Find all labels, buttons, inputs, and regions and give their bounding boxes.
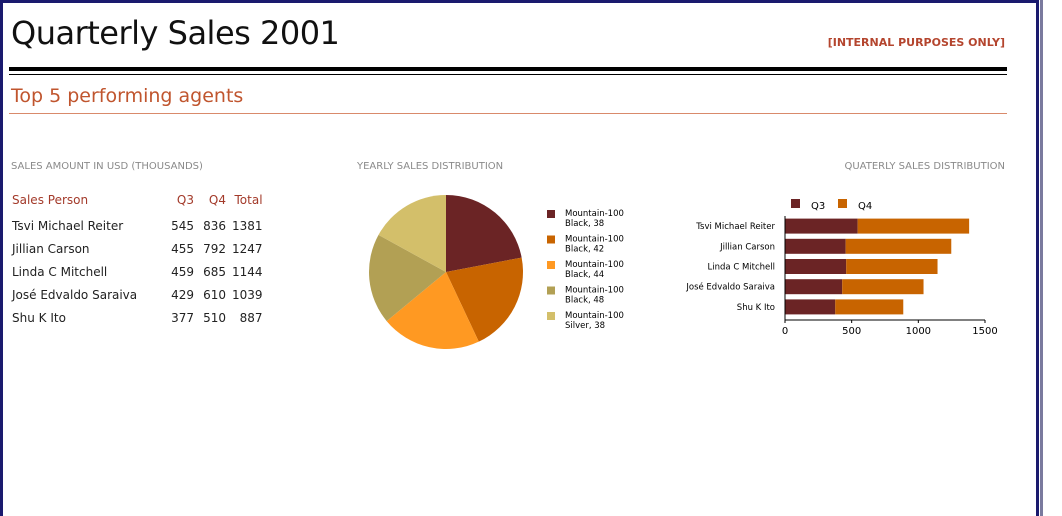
bar-segment — [857, 218, 970, 234]
legend-label: Mountain-100 — [565, 286, 624, 296]
report-subtitle: Top 5 performing agents — [11, 85, 244, 107]
legend-label: Black, 44 — [565, 270, 604, 280]
window-frame-left — [0, 0, 3, 516]
legend-swatch — [547, 261, 555, 269]
cell-name: Shu K Ito — [12, 310, 66, 325]
category-label: José Edvaldo Saraiva — [685, 282, 775, 293]
legend-label: Q4 — [858, 201, 872, 212]
legend-swatch — [547, 312, 555, 320]
category-label: Shu K Ito — [737, 303, 775, 313]
cell-q3: 377 — [171, 310, 194, 325]
category-label: Jillian Carson — [719, 242, 775, 252]
cell-name: Jillian Carson — [12, 241, 90, 256]
cell-name: Tsvi Michael Reiter — [12, 218, 124, 233]
cell-total: 1247 — [232, 241, 263, 256]
bar-segment — [785, 299, 836, 315]
legend-label: Black, 48 — [565, 296, 604, 306]
header-q4: Q4 — [208, 193, 226, 207]
legend-swatch — [791, 199, 800, 208]
cell-q4: 792 — [203, 241, 226, 256]
bar-segment — [846, 259, 938, 274]
category-label: Tsvi Michael Reiter — [695, 222, 775, 232]
x-tick-label: 500 — [842, 326, 861, 337]
cell-name: Linda C Mitchell — [12, 264, 108, 279]
cell-q3: 545 — [171, 218, 194, 233]
bar-segment — [842, 279, 924, 295]
bar-segment — [845, 238, 952, 254]
cell-name: José Edvaldo Saraiva — [12, 287, 138, 302]
window-frame-top — [0, 0, 1062, 3]
cell-total: 887 — [239, 310, 263, 325]
bar-segment — [785, 218, 858, 234]
table-row: Jillian Carson 455 792 1247 — [9, 237, 266, 260]
table-row: Tsvi Michael Reiter 545 836 1381 — [9, 214, 266, 237]
window-frame-right-edge — [1040, 0, 1043, 516]
cell-total: 1039 — [232, 287, 263, 302]
x-tick-label: 0 — [782, 326, 788, 337]
cell-total: 1381 — [232, 218, 263, 233]
sales-table: Sales Person Q3 Q4 Total Tsvi Michael Re… — [9, 191, 266, 329]
legend-label: Mountain-100 — [565, 311, 624, 321]
x-tick-label: 1500 — [972, 326, 997, 337]
legend-swatch — [547, 210, 555, 218]
report-title: Quarterly Sales 2001 — [11, 14, 340, 52]
header-q3: Q3 — [176, 193, 194, 207]
bar-segment — [785, 279, 843, 295]
cell-q3: 459 — [171, 264, 194, 279]
cell-q4: 836 — [203, 218, 226, 233]
legend-label: Mountain-100 — [565, 209, 624, 219]
cell-q4: 510 — [203, 310, 226, 325]
pie-section-label: YEARLY SALES DISTRIBUTION — [357, 161, 504, 172]
legend-swatch — [838, 199, 847, 208]
table-section-label: SALES AMOUNT IN USD (THOUSANDS) — [11, 161, 203, 172]
cell-total: 1144 — [232, 264, 263, 279]
category-label: Linda C Mitchell — [708, 263, 775, 273]
cell-q3: 455 — [171, 241, 194, 256]
legend-swatch — [547, 286, 555, 295]
bar-segment — [785, 259, 847, 274]
header-total: Total — [234, 193, 263, 207]
title-rule-thin — [9, 74, 1007, 75]
cell-q3: 429 — [171, 287, 194, 302]
legend-label: Black, 38 — [565, 219, 604, 229]
header-sales-person: Sales Person — [12, 193, 89, 207]
bar-segment — [785, 238, 846, 254]
legend-label: Silver, 38 — [565, 321, 605, 331]
table-row: Shu K Ito 377 510 887 — [9, 306, 266, 329]
cell-q4: 685 — [203, 264, 226, 279]
legend-swatch — [547, 235, 555, 244]
subtitle-rule — [9, 113, 1007, 114]
legend-label: Q3 — [811, 201, 825, 212]
table-row: Linda C Mitchell 459 685 1144 — [9, 260, 266, 283]
bar-segment — [835, 299, 904, 315]
quarterly-sales-bar-chart: Q3 Q4 Tsvi Michael Reiter Jillian Carson Lin… — [685, 199, 998, 337]
internal-notice: [INTERNAL PURPOSES ONLY] — [827, 36, 1005, 49]
table-header-row: Sales Person Q3 Q4 Total — [9, 191, 266, 214]
legend-label: Black, 42 — [565, 245, 604, 255]
yearly-sales-pie-chart: Mountain-100Black, 38Mountain-100Black, … — [369, 195, 624, 349]
x-tick-label: 1000 — [906, 326, 931, 337]
table-row: José Edvaldo Saraiva 429 610 1039 — [9, 283, 266, 306]
cell-q4: 610 — [203, 287, 226, 302]
bar-section-label: QUATERLY SALES DISTRIBUTION — [844, 161, 1005, 172]
title-rule-thick — [9, 67, 1007, 71]
legend-label: Mountain-100 — [565, 235, 624, 245]
legend-label: Mountain-100 — [565, 260, 624, 270]
